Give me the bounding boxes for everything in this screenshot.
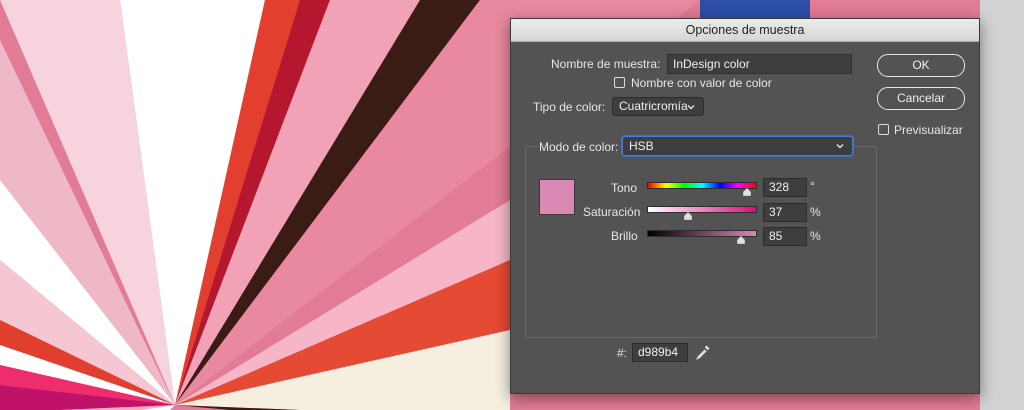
- swatch-options-dialog: Opciones de muestra Nombre de muestra: I…: [510, 18, 980, 394]
- name-with-value-checkbox[interactable]: [614, 77, 625, 88]
- hue-slider-thumb[interactable]: [743, 188, 752, 196]
- saturation-unit: %: [810, 205, 821, 219]
- color-panel: [525, 146, 877, 338]
- hue-label: Tono: [611, 181, 638, 195]
- swatch-name-input[interactable]: InDesign color: [667, 54, 852, 74]
- saturation-label: Saturación: [583, 205, 641, 219]
- saturation-slider[interactable]: [647, 206, 757, 213]
- eyedropper-icon[interactable]: [694, 343, 712, 361]
- chevron-down-icon: [687, 105, 695, 110]
- color-mode-label: Modo de color:: [537, 140, 621, 154]
- brightness-slider-thumb[interactable]: [736, 236, 745, 244]
- swatch-name-label: Nombre de muestra:: [551, 57, 661, 71]
- hex-input[interactable]: d989b4: [632, 343, 688, 362]
- color-type-value: Cuatricromía: [619, 99, 688, 113]
- dialog-title: Opciones de muestra: [511, 19, 979, 42]
- name-with-value-label: Nombre con valor de color: [631, 76, 772, 90]
- color-mode-select[interactable]: HSB: [622, 136, 853, 156]
- brightness-unit: %: [810, 229, 821, 243]
- ok-button[interactable]: OK: [877, 54, 965, 77]
- chevron-down-icon: [836, 144, 844, 149]
- color-mode-value: HSB: [629, 139, 654, 153]
- saturation-input[interactable]: 37: [763, 203, 807, 222]
- blue-shape: [700, 0, 810, 18]
- cancel-button[interactable]: Cancelar: [877, 87, 965, 110]
- color-type-label: Tipo de color:: [533, 100, 606, 114]
- hue-slider[interactable]: [647, 182, 757, 189]
- color-swatch-preview: [539, 179, 575, 215]
- hex-label: #:: [617, 346, 628, 360]
- saturation-slider-thumb[interactable]: [683, 212, 692, 220]
- hue-input[interactable]: 328: [763, 178, 807, 197]
- brightness-input[interactable]: 85: [763, 227, 807, 246]
- preview-label: Previsualizar: [894, 123, 963, 137]
- preview-checkbox[interactable]: [878, 124, 889, 135]
- hue-unit: °: [810, 179, 815, 193]
- brightness-label: Brillo: [611, 229, 638, 243]
- color-type-select[interactable]: Cuatricromía: [612, 97, 704, 116]
